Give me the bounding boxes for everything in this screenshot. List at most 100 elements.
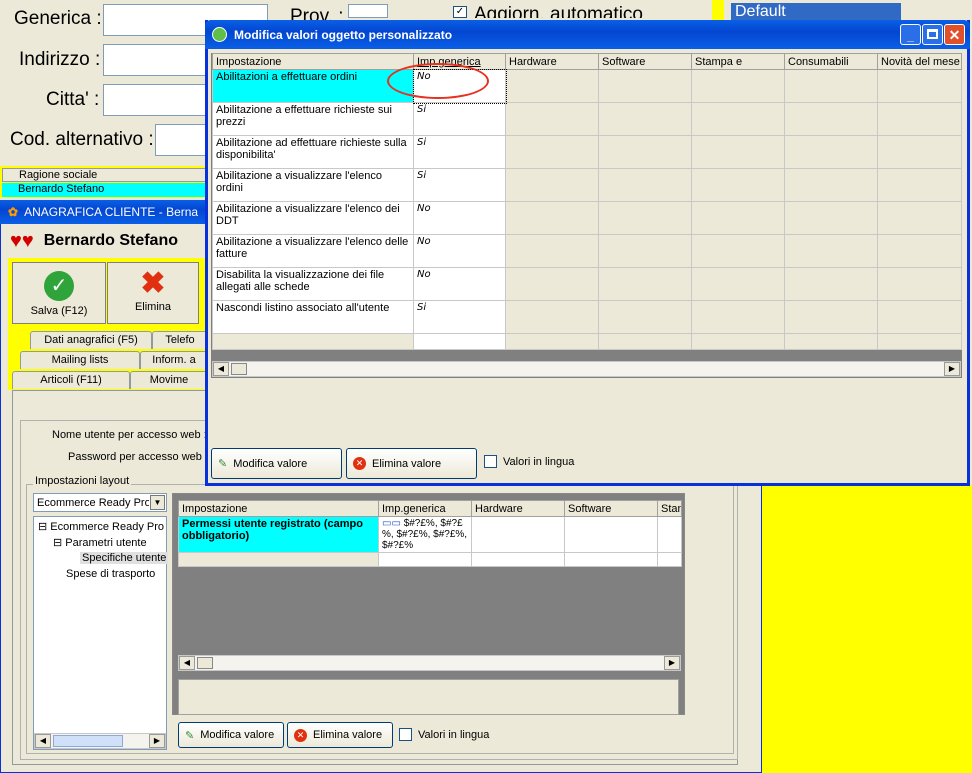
dialog-col-2[interactable]: Hardware [505, 53, 599, 70]
dialog-cell[interactable] [691, 267, 785, 301]
dialog-row-label[interactable]: Abilitazione a visualizzare l'elenco ord… [212, 168, 414, 202]
dialog-row-value[interactable]: No [413, 267, 506, 301]
tree-specifiche[interactable]: Specifiche utente [80, 552, 169, 564]
col-stan[interactable]: Stan [657, 500, 682, 517]
dialog-row-value[interactable]: No [413, 234, 506, 268]
delete-button[interactable]: ✖ Elimina [107, 262, 199, 324]
dialog-cell[interactable] [505, 135, 599, 169]
dialog-row-label[interactable]: Abilitazione a visualizzare l'elenco dei… [212, 201, 414, 235]
dialog-cell[interactable] [877, 201, 962, 235]
scroll-right-icon[interactable]: ▶ [944, 362, 960, 376]
dialog-cell[interactable] [877, 135, 962, 169]
close-icon[interactable]: ✕ [944, 24, 965, 45]
dialog-cell[interactable] [877, 168, 962, 202]
grid-cell[interactable] [564, 516, 658, 553]
default-item[interactable]: Default [731, 3, 901, 20]
tab-mailing-lists[interactable]: Mailing lists [20, 351, 140, 369]
dialog-cell[interactable] [691, 135, 785, 169]
dialog-cell[interactable] [691, 234, 785, 268]
tree-spese[interactable]: Spese di trasporto [66, 568, 155, 580]
dialog-cell[interactable] [691, 201, 785, 235]
indirizzo-input[interactable] [103, 44, 213, 76]
dialog-cell[interactable] [784, 168, 878, 202]
col-impostazione[interactable]: Impostazione [178, 500, 379, 517]
tree-parametri[interactable]: ⊟ Parametri utente [53, 536, 147, 549]
dialog-row-value[interactable]: Si [413, 135, 506, 169]
dialog-row-label[interactable]: Abilitazione a visualizzare l'elenco del… [212, 234, 414, 268]
scroll-left-icon[interactable]: ◀ [179, 656, 195, 670]
dialog-cell[interactable] [691, 102, 785, 136]
cod-alternativo-input[interactable] [155, 124, 210, 156]
dialog-cell[interactable] [505, 201, 599, 235]
dialog-col-3[interactable]: Software [598, 53, 692, 70]
dialog-modify-button[interactable]: ✎ Modifica valore [211, 448, 342, 479]
dialog-row-label[interactable]: Nascondi listino associato all'utente [212, 300, 414, 334]
dialog-row-value[interactable]: Si [413, 300, 506, 334]
dialog-row-value[interactable]: No [413, 201, 506, 235]
layout-select[interactable]: Ecommerce Ready Pro ▼ [33, 493, 167, 512]
dialog-cell[interactable] [784, 102, 878, 136]
dialog-cell[interactable] [784, 267, 878, 301]
dialog-cell[interactable] [505, 69, 599, 103]
dialog-col-6[interactable]: Novità del mese [877, 53, 962, 70]
dialog-col-0[interactable]: Impostazione [212, 53, 414, 70]
dialog-cell[interactable] [877, 234, 962, 268]
dialog-row-value[interactable]: Si [413, 102, 506, 136]
dialog-row[interactable]: Nascondi listino associato all'utente Si [212, 300, 962, 334]
dialog-row[interactable]: Abilitazione a visualizzare l'elenco dei… [212, 201, 962, 235]
grid-cell[interactable] [471, 516, 565, 553]
dialog-cell[interactable] [877, 267, 962, 301]
dialog-row[interactable]: Abilitazione a visualizzare l'elenco ord… [212, 168, 962, 202]
grid-row-value[interactable]: ▭▭ $#?£%, $#?£%, $#?£%, $#?£%, $#?£% [378, 516, 472, 553]
scroll-right-icon[interactable]: ▶ [149, 734, 165, 748]
dialog-cell[interactable] [784, 300, 878, 334]
dialog-cell[interactable] [598, 102, 692, 136]
cliente-modify-button[interactable]: ✎ Modifica valore [178, 722, 284, 748]
scroll-left-icon[interactable]: ◀ [213, 362, 229, 376]
scroll-thumb[interactable] [53, 735, 123, 747]
dialog-col-5[interactable]: Consumabili [784, 53, 878, 70]
dialog-row-label[interactable]: Abilitazioni a effettuare ordini [212, 69, 414, 103]
minimize-icon[interactable]: _ [900, 24, 921, 45]
tab-telefoni[interactable]: Telefo [152, 331, 208, 349]
dialog-delete-button[interactable]: ✕ Elimina valore [346, 448, 477, 479]
dialog-cell[interactable] [877, 300, 962, 334]
col-software[interactable]: Software [564, 500, 658, 517]
dialog-cell[interactable] [784, 234, 878, 268]
checkbox-box[interactable] [484, 455, 497, 468]
dialog-col-4[interactable]: Stampa e [691, 53, 785, 70]
dialog-cell[interactable] [598, 135, 692, 169]
dialog-cell[interactable] [877, 69, 962, 103]
citta-input[interactable] [103, 84, 213, 116]
dialog-row-value[interactable]: Si [413, 168, 506, 202]
dialog-cell[interactable] [505, 102, 599, 136]
grid-row-label[interactable]: Permessi utente registrato (campo obblig… [178, 516, 379, 553]
dialog-cell[interactable] [505, 267, 599, 301]
scroll-thumb[interactable] [231, 363, 247, 375]
maximize-icon[interactable] [922, 24, 943, 45]
dialog-cell[interactable] [598, 234, 692, 268]
scroll-left-icon[interactable]: ◀ [35, 734, 51, 748]
dialog-row-label[interactable]: Abilitazione a effettuare richieste sui … [212, 102, 414, 136]
dialog-cell[interactable] [598, 168, 692, 202]
aggiorn-checkbox[interactable]: ✓ [453, 6, 467, 18]
dialog-lingua-checkbox[interactable]: Valori in lingua [484, 455, 574, 468]
tab-articoli[interactable]: Articoli (F11) [12, 371, 130, 389]
dialog-cell[interactable] [784, 135, 878, 169]
dialog-cell[interactable] [598, 201, 692, 235]
dialog-cell[interactable] [505, 234, 599, 268]
dialog-cell[interactable] [691, 168, 785, 202]
scroll-right-icon[interactable]: ▶ [664, 656, 680, 670]
grid-hscrollbar[interactable]: ◀ ▶ [178, 655, 681, 671]
grid-cell[interactable] [657, 516, 682, 553]
dialog-cell[interactable] [505, 168, 599, 202]
dialog-row[interactable]: Abilitazione ad effettuare richieste sul… [212, 135, 962, 169]
cliente-lingua-checkbox[interactable]: Valori in lingua [399, 728, 489, 741]
dialog-cell[interactable] [877, 102, 962, 136]
dialog-cell[interactable] [691, 300, 785, 334]
col-imp-generica[interactable]: Imp.generica [378, 500, 472, 517]
dialog-hscrollbar[interactable]: ◀ ▶ [212, 361, 961, 377]
dialog-cell[interactable] [691, 69, 785, 103]
list-row-bernardo[interactable]: Bernardo Stefano [2, 183, 208, 197]
dialog-row[interactable]: Abilitazione a effettuare richieste sui … [212, 102, 962, 136]
